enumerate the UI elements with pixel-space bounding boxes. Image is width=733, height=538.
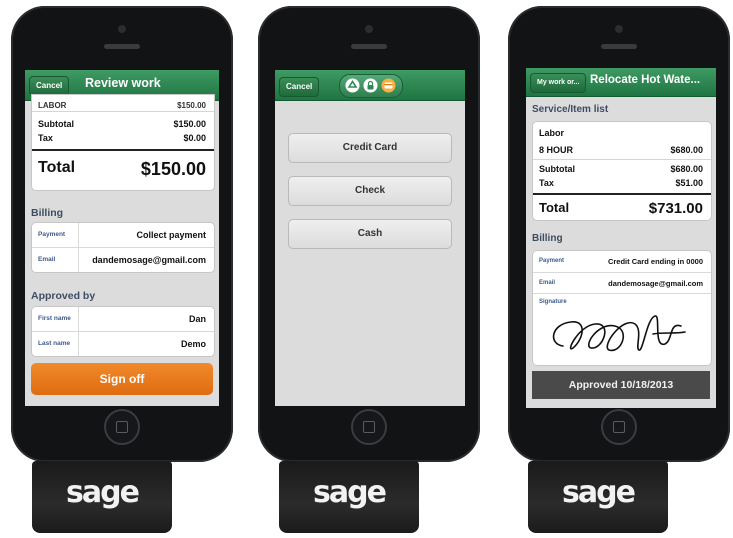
lock-icon[interactable] xyxy=(363,78,378,93)
sage-logo: sage xyxy=(66,475,140,510)
work-order-screen: My work or... Relocate Hot Wate... Servi… xyxy=(526,68,716,408)
billing-card: Payment Collect payment Email dandemosag… xyxy=(31,222,215,273)
subtotal-label: Subtotal xyxy=(38,119,74,129)
approved-by-heading: Approved by xyxy=(31,290,96,302)
service-card: Labor 8 HOUR $680.00 Subtotal $680.00 Ta… xyxy=(532,121,712,221)
email-value: dandemosage@gmail.com xyxy=(92,255,206,265)
sage-logo: sage xyxy=(562,475,636,510)
cut-off-row: LABOR $150.00 xyxy=(38,101,206,110)
total-row: Total $731.00 xyxy=(539,200,703,217)
signature-row[interactable]: Signature xyxy=(533,293,711,366)
sign-off-button[interactable]: Sign off xyxy=(31,363,213,395)
subtotal-label: Subtotal xyxy=(539,164,575,174)
front-camera xyxy=(365,25,373,33)
total-value: $731.00 xyxy=(648,200,703,217)
email-row[interactable]: Email dandemosage@gmail.com xyxy=(533,272,711,294)
tax-label: Tax xyxy=(38,133,53,143)
cash-button[interactable]: Cash xyxy=(288,219,452,249)
payment-row[interactable]: Payment Credit Card ending in 0000 xyxy=(533,251,711,272)
home-button[interactable] xyxy=(104,409,140,445)
email-key: Email xyxy=(539,280,556,286)
review-work-screen: Cancel Review work LABOR $150.00 Subtota… xyxy=(25,70,219,406)
tax-value: $0.00 xyxy=(183,133,206,143)
approved-card: First name Dan Last name Demo xyxy=(31,306,215,357)
totals-card: LABOR $150.00 Subtotal $150.00 Tax $0.00… xyxy=(31,94,215,191)
subtotal-value: $680.00 xyxy=(670,164,703,174)
nav-bar: Cancel xyxy=(275,70,465,101)
billing-heading: Billing xyxy=(532,233,563,244)
phone-review-work: Cancel Review work LABOR $150.00 Subtota… xyxy=(11,6,233,462)
last-name-row[interactable]: Last name Demo xyxy=(32,331,214,356)
tax-label: Tax xyxy=(539,178,554,188)
front-camera xyxy=(615,25,623,33)
approved-status-bar: Approved 10/18/2013 xyxy=(532,371,710,399)
home-button[interactable] xyxy=(351,409,387,445)
item-value: $680.00 xyxy=(670,145,703,155)
subtotal-value: $150.00 xyxy=(173,119,206,129)
earpiece-speaker xyxy=(104,44,140,49)
card-reader-dongle-1: sage xyxy=(32,461,172,533)
card-reader-dongle-2: sage xyxy=(279,461,419,533)
cancel-button[interactable]: Cancel xyxy=(29,76,70,96)
page-title: Review work xyxy=(85,76,161,90)
card-icon[interactable] xyxy=(381,78,396,93)
first-name-key: First name xyxy=(38,315,71,322)
email-value: dandemosage@gmail.com xyxy=(608,279,703,288)
home-button[interactable] xyxy=(601,409,637,445)
subtotal-row: Subtotal $680.00 xyxy=(539,164,703,174)
total-label: Total xyxy=(38,159,76,176)
last-name-key: Last name xyxy=(38,340,71,347)
email-row[interactable]: Email dandemosage@gmail.com xyxy=(32,247,214,272)
service-heading: Service/Item list xyxy=(532,104,609,115)
labor-label: Labor xyxy=(539,128,565,138)
phone-approved-work: My work or... Relocate Hot Wate... Servi… xyxy=(508,6,730,462)
payment-method-screen: Cancel Credit Card Check Cash xyxy=(275,70,465,406)
payment-row[interactable]: Payment Collect payment xyxy=(32,223,214,247)
tax-row: Tax $0.00 xyxy=(38,133,206,143)
credit-card-button[interactable]: Credit Card xyxy=(288,133,452,163)
phone-payment-method: Cancel Credit Card Check Cash xyxy=(258,6,480,462)
card-reader-dongle-3: sage xyxy=(528,461,668,533)
first-name-row[interactable]: First name Dan xyxy=(32,307,214,331)
payment-key: Payment xyxy=(38,231,66,238)
total-row: Total $150.00 xyxy=(38,159,206,179)
payment-value: Collect payment xyxy=(136,230,206,240)
nav-bar: My work or... Relocate Hot Wate... xyxy=(526,68,716,97)
earpiece-speaker xyxy=(601,44,637,49)
last-name-value: Demo xyxy=(180,339,206,349)
cut-row-label: LABOR xyxy=(38,101,67,110)
back-button[interactable]: My work or... xyxy=(530,73,587,93)
item-row[interactable]: 8 HOUR $680.00 xyxy=(539,145,703,155)
cancel-button[interactable]: Cancel xyxy=(279,77,320,97)
billing-card: Payment Credit Card ending in 0000 Email… xyxy=(532,250,712,366)
first-name-value: Dan xyxy=(188,314,206,324)
item-label: 8 HOUR xyxy=(539,145,574,155)
tax-value: $51.00 xyxy=(675,178,703,188)
tax-row: Tax $51.00 xyxy=(539,178,703,188)
earpiece-speaker xyxy=(351,44,387,49)
payment-key: Payment xyxy=(539,258,565,264)
payment-value: Credit Card ending in 0000 xyxy=(607,257,703,266)
cut-row-value: $150.00 xyxy=(177,101,206,110)
front-camera xyxy=(118,25,126,33)
payment-icons-group xyxy=(339,74,403,98)
subtotal-row: Subtotal $150.00 xyxy=(38,119,206,129)
email-key: Email xyxy=(38,256,56,263)
total-label: Total xyxy=(539,200,570,215)
sage-logo: sage xyxy=(313,475,387,510)
recycle-icon[interactable] xyxy=(345,78,360,93)
page-title: Relocate Hot Wate... xyxy=(590,74,701,86)
check-button[interactable]: Check xyxy=(288,176,452,206)
total-value: $150.00 xyxy=(140,159,206,179)
billing-heading: Billing xyxy=(31,207,64,219)
signature-drawing xyxy=(552,315,686,352)
